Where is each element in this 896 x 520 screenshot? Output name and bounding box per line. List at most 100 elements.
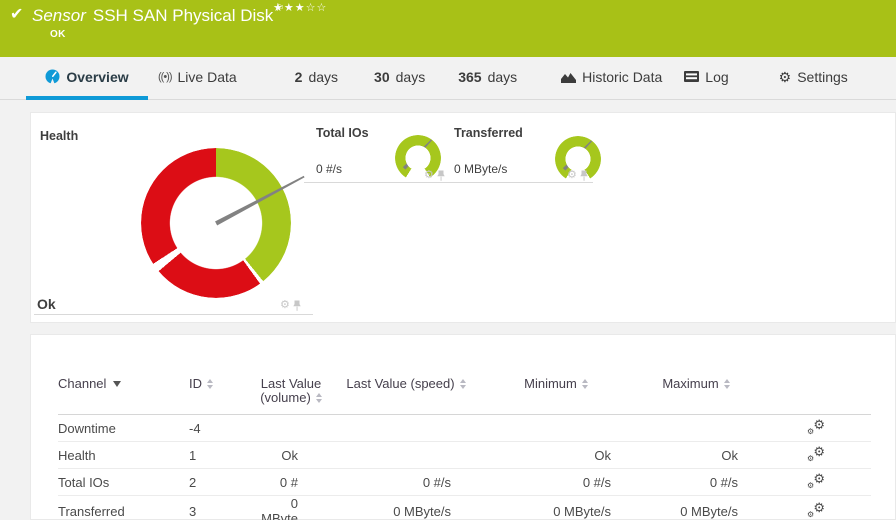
column-header-last-value-speed[interactable]: Last Value (speed) [331, 377, 481, 415]
sort-icon [207, 378, 213, 389]
channel-name: Health [58, 441, 189, 469]
health-gauge-label: Health [40, 129, 79, 143]
tab-label: Log [705, 68, 729, 85]
last-value-volume: 0 # [251, 468, 331, 496]
live-data-icon: ((•)) [158, 70, 172, 83]
last-value-speed: 0 MByte/s [331, 495, 481, 520]
total-ios-gauge-value: 0 #/s [316, 162, 343, 176]
channel-id: 2 [189, 468, 251, 496]
tab-number: 365 [458, 68, 482, 85]
pin-icon[interactable] [293, 300, 301, 311]
tab-label: days [487, 68, 518, 85]
tab-settings[interactable]: ⚙ Settings [779, 57, 848, 100]
tab-label: Live Data [177, 68, 237, 85]
sort-icon [459, 378, 466, 389]
channel-name: Transferred [58, 495, 189, 520]
tab-label: Settings [797, 68, 848, 85]
pin-icon[interactable] [437, 170, 445, 181]
last-value-volume: 0 MByte [251, 495, 331, 520]
tab-label: Overview [66, 68, 129, 85]
minimum-value [481, 414, 631, 442]
tab-overview[interactable]: Overview [26, 57, 148, 100]
object-kind-label: Sensor [32, 6, 86, 25]
tab-historic-data[interactable]: Historic Data [561, 57, 662, 100]
sensor-name: SSH SAN Physical Disk [92, 6, 274, 25]
pin-icon[interactable] [580, 170, 588, 181]
sensor-header: ✔ Sensor SSH SAN Physical Disk ⚐ OK ★★★☆☆ [0, 0, 896, 57]
transferred-gauge-needle [562, 139, 593, 171]
gear-icon[interactable]: ⚙ [424, 170, 434, 181]
tab-number: 2 [294, 68, 303, 85]
tab-label: days [395, 68, 426, 85]
divider [34, 314, 313, 315]
transferred-gauge-label: Transferred [454, 126, 523, 140]
channels-panel: Channel ID Last Value (volume) Last Valu… [30, 334, 896, 520]
maximum-value [631, 414, 761, 442]
edit-channel-gears-icon[interactable]: ⚙ ⚙ [807, 501, 825, 519]
edit-channel-gears-icon[interactable]: ⚙ ⚙ [807, 418, 825, 436]
gauge-icon [45, 69, 60, 84]
total-ios-gauge-label: Total IOs [316, 126, 369, 140]
column-header-actions [761, 377, 871, 415]
transferred-gauge-actions: ⚙ [567, 170, 588, 181]
priority-stars[interactable]: ★★★☆☆ [273, 1, 327, 14]
sort-icon [723, 378, 730, 389]
stars-empty-icon[interactable]: ☆☆ [306, 2, 328, 14]
health-gauge-value: Ok [37, 296, 56, 312]
stars-filled-icon[interactable]: ★★★ [273, 2, 306, 14]
minimum-value: Ok [481, 441, 631, 469]
page-title: Sensor SSH SAN Physical Disk ⚐ [32, 3, 284, 26]
sort-icon [581, 378, 588, 389]
divider [454, 182, 593, 183]
tab-365-days[interactable]: 365 days [458, 57, 517, 100]
table-row: Total IOs 2 0 # 0 #/s 0 #/s 0 #/s ⚙ ⚙ [58, 468, 871, 496]
divider [304, 182, 454, 183]
overview-gauges-panel: Health Ok ⚙ Total IOs 0 #/s ⚙ Transferre… [30, 112, 896, 323]
channel-id: 1 [189, 441, 251, 469]
maximum-value: 0 MByte/s [631, 495, 761, 520]
table-row: Transferred 3 0 MByte 0 MByte/s 0 MByte/… [58, 495, 871, 520]
last-value-speed: 0 #/s [331, 468, 481, 496]
sort-desc-icon [113, 380, 122, 387]
edit-channel-gears-icon[interactable]: ⚙ ⚙ [807, 472, 825, 490]
maximum-value: 0 #/s [631, 468, 761, 496]
tab-2-days[interactable]: 2 days [295, 57, 338, 100]
table-row: Health 1 Ok Ok Ok ⚙ ⚙ [58, 441, 871, 469]
tab-label: Historic Data [582, 68, 663, 85]
gear-icon[interactable]: ⚙ [280, 300, 290, 311]
channel-name: Downtime [58, 414, 189, 442]
edit-channel-gears-icon[interactable]: ⚙ ⚙ [807, 445, 825, 463]
last-value-speed [331, 441, 481, 469]
column-header-id[interactable]: ID [189, 377, 251, 415]
sensor-tabbar: Overview ((•)) Live Data 2 days 30 days … [0, 57, 896, 100]
area-chart-icon [561, 72, 577, 83]
minimum-value: 0 #/s [481, 468, 631, 496]
column-header-minimum[interactable]: Minimum [481, 377, 631, 415]
sort-icon [315, 392, 322, 403]
status-badge: OK [50, 29, 66, 40]
total-ios-gauge-actions: ⚙ [424, 170, 445, 181]
last-value-volume [251, 414, 331, 442]
column-header-last-value-volume[interactable]: Last Value (volume) [251, 377, 331, 415]
channels-table: Channel ID Last Value (volume) Last Valu… [58, 377, 871, 520]
tab-30-days[interactable]: 30 days [374, 57, 425, 100]
tab-label: days [308, 68, 339, 85]
tab-log[interactable]: Log [684, 57, 729, 100]
transferred-gauge-value: 0 MByte/s [454, 162, 508, 176]
tab-live-data[interactable]: ((•)) Live Data [158, 57, 237, 100]
channel-id: -4 [189, 414, 251, 442]
health-gauge-actions: ⚙ [280, 300, 301, 311]
channel-id: 3 [189, 495, 251, 520]
total-ios-gauge-needle [402, 138, 433, 170]
table-row: Downtime -4 ⚙ ⚙ [58, 414, 871, 442]
channel-name: Total IOs [58, 468, 189, 496]
last-value-volume: Ok [251, 441, 331, 469]
gear-icon[interactable]: ⚙ [567, 170, 577, 181]
log-icon [684, 71, 700, 82]
table-header-row: Channel ID Last Value (volume) Last Valu… [58, 377, 871, 415]
column-header-maximum[interactable]: Maximum [631, 377, 761, 415]
gear-icon: ⚙ [778, 68, 792, 85]
tab-number: 30 [374, 68, 390, 85]
column-header-channel[interactable]: Channel [58, 377, 189, 415]
maximum-value: Ok [631, 441, 761, 469]
